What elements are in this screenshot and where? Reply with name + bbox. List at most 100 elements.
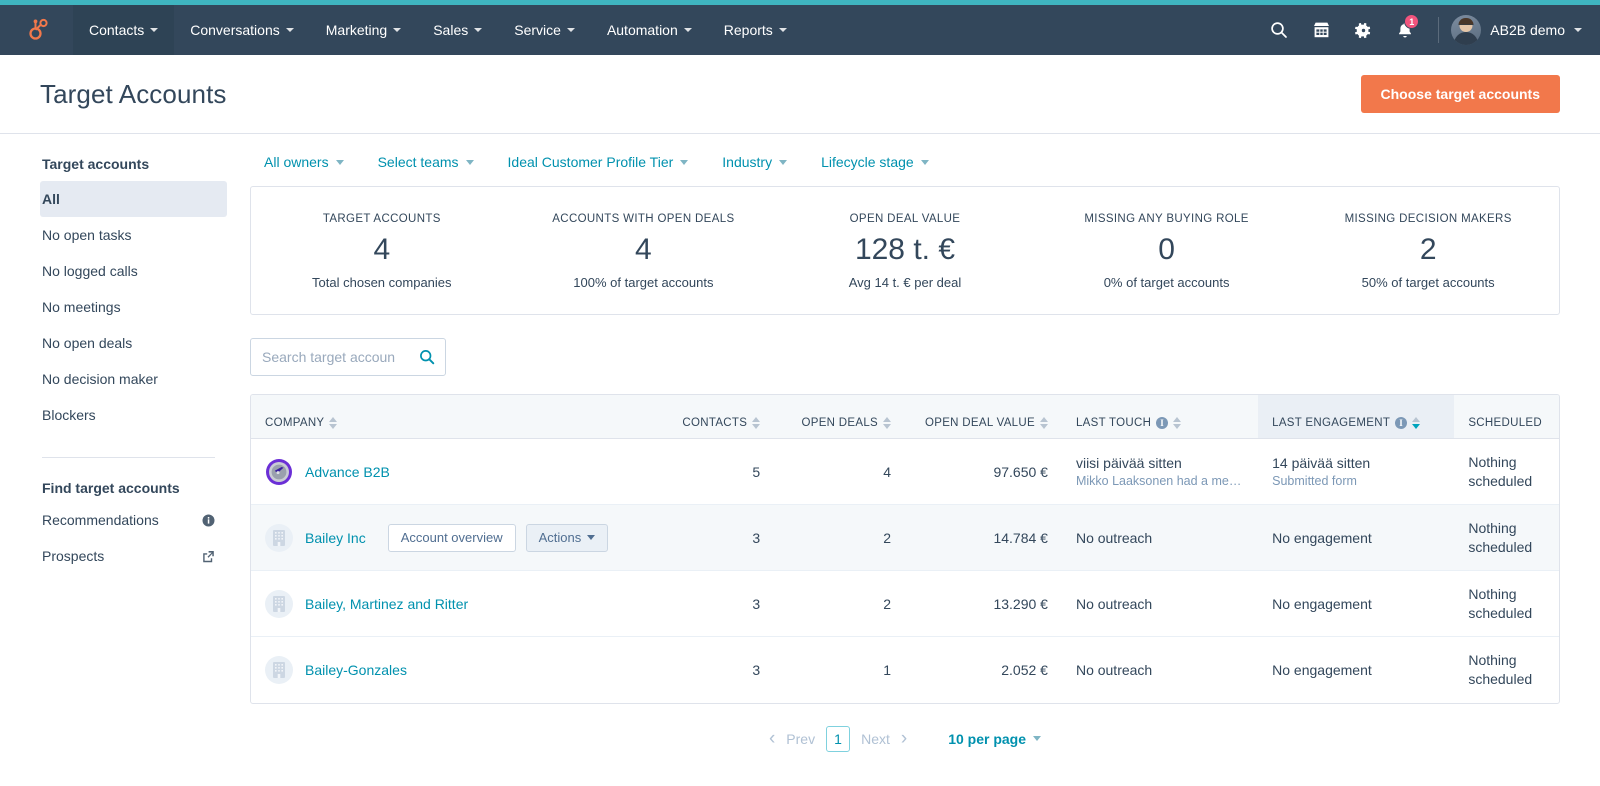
table-row[interactable]: Bailey Inc Account overview Actions 3 2 …: [251, 504, 1559, 571]
nav-item-marketing[interactable]: Marketing: [310, 5, 417, 55]
company-link[interactable]: Bailey-Gonzales: [305, 662, 407, 678]
next-page-button[interactable]: Next: [861, 731, 890, 747]
per-page-selector[interactable]: 10 per page: [948, 731, 1042, 747]
filter-label: Select teams: [377, 154, 459, 170]
column-header-label: LAST ENGAGEMENT: [1272, 417, 1391, 429]
column-header-label: CONTACTS: [682, 417, 748, 429]
sidebar-item-label: No open deals: [42, 335, 133, 351]
table-row[interactable]: Bailey-Gonzales 3 1 2.052 € No outreach …: [251, 637, 1559, 703]
external-link-icon[interactable]: [202, 550, 215, 563]
sidebar-item-blockers[interactable]: Blockers: [40, 397, 227, 433]
chevron-down-icon: [335, 159, 344, 165]
sort-arrows-icon[interactable]: [883, 417, 891, 429]
sidebar-section-title: Target accounts: [42, 156, 150, 172]
chevron-down-icon: [393, 28, 402, 32]
row-actions: Account overview Actions: [387, 523, 609, 552]
chevron-down-icon: [1033, 736, 1042, 741]
cell-scheduled: Nothing scheduled: [1454, 438, 1559, 505]
cell-open-deal-value: 97.650 €: [905, 438, 1062, 505]
company-link[interactable]: Bailey Inc: [305, 530, 366, 546]
table-row[interactable]: Bailey, Martinez and Ritter 3 2 13.290 €…: [251, 570, 1559, 637]
column-header-last-engagement[interactable]: LAST ENGAGEMENT i: [1258, 394, 1455, 439]
nav-item-label: Service: [514, 22, 561, 38]
search-icon[interactable]: [419, 349, 435, 365]
kpi-sublabel: Avg 14 t. € per deal: [848, 274, 962, 290]
sidebar-item-no-open-tasks[interactable]: No open tasks: [40, 217, 227, 253]
info-icon[interactable]: i: [1395, 417, 1408, 429]
hubspot-sprocket-logo[interactable]: [0, 5, 73, 55]
search-icon[interactable]: [1258, 5, 1300, 55]
nav-item-label: Conversations: [190, 22, 280, 38]
sort-arrows-icon[interactable]: [329, 417, 338, 429]
sidebar-item-no-meetings[interactable]: No meetings: [40, 289, 227, 325]
sidebar-section-title-2: Find target accounts: [42, 480, 180, 496]
accounts-table: COMPANY CONTACTS OPEN DEALS OPEN DEAL VA…: [251, 394, 1559, 703]
cell-open-deals: 1: [883, 661, 891, 678]
nav-item-contacts[interactable]: Contacts: [73, 5, 175, 55]
sidebar-item-no-decision-maker[interactable]: No decision maker: [40, 361, 227, 397]
sidebar-item-label: No open tasks: [42, 227, 132, 243]
notifications-bell-icon[interactable]: 1: [1384, 5, 1426, 55]
next-arrow-icon[interactable]: ›: [901, 729, 907, 748]
column-header-contacts[interactable]: CONTACTS: [656, 394, 775, 439]
sidebar-item-recommendations[interactable]: Recommendations: [40, 502, 227, 538]
nav-item-conversations[interactable]: Conversations: [174, 5, 310, 55]
sidebar-item-label: All: [42, 191, 60, 207]
sort-arrows-icon[interactable]: [752, 417, 761, 429]
page-number-1[interactable]: 1: [826, 725, 851, 752]
chevron-down-icon: [1574, 28, 1582, 32]
kpi-sublabel: 0% of target accounts: [1103, 274, 1230, 290]
user-menu[interactable]: AB2B demo: [1451, 15, 1582, 45]
sort-arrows-icon[interactable]: [1412, 417, 1421, 429]
column-header-last-touch[interactable]: LAST TOUCH i: [1061, 394, 1259, 439]
generic-company-icon: [265, 655, 293, 684]
column-header-label: COMPANY: [265, 417, 325, 429]
actions-button[interactable]: Actions: [525, 523, 609, 552]
column-header-open-deals[interactable]: OPEN DEALS: [774, 394, 905, 439]
prev-arrow-icon[interactable]: ‹: [769, 729, 775, 748]
table-body: Advance B2B 5 4 97.650 € viisi päivää si…: [251, 438, 1559, 703]
filter-lifecycle-stage[interactable]: Lifecycle stage: [821, 154, 929, 170]
company-link[interactable]: Advance B2B: [305, 464, 390, 480]
cell-open-deals: 4: [774, 438, 905, 505]
account-overview-button[interactable]: Account overview: [387, 523, 516, 552]
filter-icp-tier[interactable]: Ideal Customer Profile Tier: [508, 154, 689, 170]
choose-target-accounts-button[interactable]: Choose target accounts: [1360, 75, 1560, 113]
company-link[interactable]: Bailey, Martinez and Ritter: [305, 596, 468, 612]
column-header-company[interactable]: COMPANY: [251, 394, 657, 439]
nav-item-automation[interactable]: Automation: [591, 5, 708, 55]
filter-industry[interactable]: Industry: [722, 154, 788, 170]
sidebar-item-all[interactable]: All: [40, 181, 227, 217]
filter-select-teams[interactable]: Select teams: [378, 154, 474, 170]
column-header-scheduled[interactable]: SCHEDULED: [1454, 394, 1559, 439]
sort-arrows-icon[interactable]: [1039, 417, 1048, 429]
column-header-label: OPEN DEAL VALUE: [924, 417, 1035, 429]
prev-page-button[interactable]: Prev: [786, 731, 815, 747]
cell-last-engagement: No engagement: [1258, 570, 1455, 637]
search-input[interactable]: [251, 338, 445, 375]
gear-icon[interactable]: [1342, 5, 1384, 55]
column-header-open-deal-value[interactable]: OPEN DEAL VALUE: [905, 394, 1062, 439]
info-icon[interactable]: [202, 514, 215, 527]
table-row[interactable]: Advance B2B 5 4 97.650 € viisi päivää si…: [251, 438, 1559, 505]
search-row: [250, 315, 1560, 394]
search-box[interactable]: [250, 337, 446, 376]
nav-item-sales[interactable]: Sales: [417, 5, 498, 55]
sidebar-item-prospects[interactable]: Prospects: [40, 538, 227, 574]
table-header: COMPANY CONTACTS OPEN DEALS OPEN DEAL VA…: [251, 394, 1559, 439]
sidebar-item-no-logged-calls[interactable]: No logged calls: [40, 253, 227, 289]
main-content: All owners Select teams Ideal Customer P…: [245, 134, 1600, 786]
scheduled-text: Nothing scheduled: [1468, 453, 1533, 489]
sort-arrows-icon[interactable]: [1173, 417, 1182, 429]
marketplace-icon[interactable]: [1300, 5, 1342, 55]
kpi-value: 128 t. €: [854, 233, 956, 266]
sidebar-item-no-open-deals[interactable]: No open deals: [40, 325, 227, 361]
nav-item-reports[interactable]: Reports: [708, 5, 803, 55]
filter-all-owners[interactable]: All owners: [264, 154, 344, 170]
nav-item-service[interactable]: Service: [498, 5, 591, 55]
scheduled-text: Nothing scheduled: [1468, 585, 1533, 621]
chevron-down-icon: [778, 28, 787, 32]
cell-last-touch: No outreach: [1061, 504, 1259, 571]
info-icon[interactable]: i: [1156, 417, 1169, 429]
kpi-missing-any-buying-role: MISSING ANY BUYING ROLE 0 0% of target a…: [1036, 213, 1298, 290]
